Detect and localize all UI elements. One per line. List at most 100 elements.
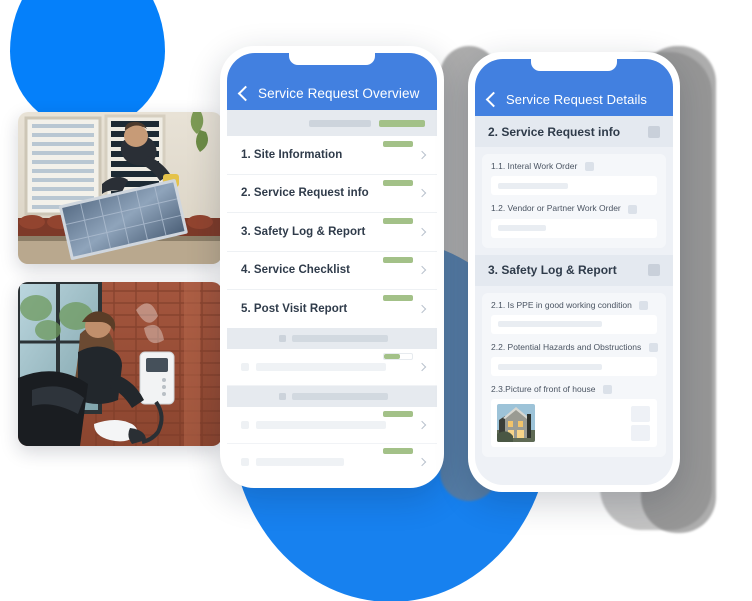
- sidebar-item-safety-log-report[interactable]: 3. Safety Log & Report: [227, 213, 437, 252]
- placeholder-list-item[interactable]: [227, 444, 437, 480]
- sidebar-item-service-request-info[interactable]: 2. Service Request info: [227, 175, 437, 213]
- section-label: 4. Service Checklist: [241, 264, 351, 277]
- field-potential-hazards: 2.2. Potential Hazards and Obstructions: [491, 341, 658, 376]
- field-label: 1.2. Vendor or Partner Work Order: [491, 203, 657, 214]
- sidebar-item-site-information[interactable]: 1. Site Information: [227, 136, 437, 175]
- phone-service-request-overview: Service Request Overview 1. Site Informa…: [220, 46, 444, 488]
- photo-action-buttons: [631, 405, 650, 441]
- section-header-service-request-info[interactable]: 2. Service Request info: [475, 116, 673, 147]
- section-title: 2. Service Request info: [488, 124, 621, 139]
- section-label: 5. Post Visit Report: [241, 302, 348, 315]
- placeholder-line: [256, 420, 386, 429]
- input-placeholder-line: [498, 182, 568, 189]
- sidebar-item-service-checklist[interactable]: 4. Service Checklist: [227, 252, 437, 290]
- solar-panel-installation-photo: [18, 112, 222, 264]
- placeholder-square: [279, 334, 286, 342]
- checkbox-icon[interactable]: [628, 204, 638, 214]
- field-label-text: 2.2. Potential Hazards and Obstructions: [491, 341, 642, 352]
- chevron-right-icon: [417, 362, 427, 371]
- row-progress-bar: [383, 447, 413, 454]
- house-front-thumbnail[interactable]: [497, 404, 535, 443]
- chevron-right-icon: [417, 189, 427, 198]
- field-label-text: 2.3.Picture of front of house: [491, 384, 596, 394]
- photo-action-button-2[interactable]: [631, 424, 650, 441]
- page-title: Service Request Details: [506, 92, 648, 107]
- phone-2-screen: Service Request Details 2. Service Reque…: [475, 59, 673, 485]
- photo-upload-field[interactable]: [491, 399, 657, 448]
- phone-notch: [289, 53, 375, 65]
- field-label-text: 1.2. Vendor or Partner Work Order: [491, 203, 621, 214]
- chevron-right-icon: [417, 150, 427, 159]
- chevron-right-icon: [417, 266, 427, 275]
- row-progress-bar: [383, 218, 413, 224]
- page-title: Service Request Overview: [258, 86, 420, 101]
- chevron-right-icon: [417, 420, 427, 429]
- input-placeholder-line: [498, 225, 546, 231]
- checkbox-icon[interactable]: [602, 385, 612, 395]
- placeholder-square: [241, 420, 249, 429]
- row-progress-bar: [383, 352, 413, 360]
- placeholder-group-header: [227, 385, 437, 407]
- placeholder-square: [241, 457, 249, 466]
- phone-notch: [531, 59, 617, 71]
- placeholder-line: [292, 392, 388, 400]
- house-front-thumbnail-art: [497, 404, 535, 443]
- field-ppe-condition: 2.1. Is PPE in good working condition: [491, 300, 657, 334]
- row-progress-bar: [383, 295, 413, 301]
- section-header-safety-log-report[interactable]: 3. Safety Log & Report: [475, 254, 673, 286]
- photo-action-button-1[interactable]: [631, 405, 650, 422]
- section-label: 1. Site Information: [241, 148, 343, 161]
- field-label-text: 1.1. Interal Work Order: [491, 161, 578, 171]
- field-label: 2.1. Is PPE in good working condition: [491, 300, 657, 310]
- placeholder-line: [292, 334, 388, 342]
- row-progress-bar: [383, 141, 413, 147]
- text-input[interactable]: [491, 357, 657, 376]
- field-picture-front-of-house: 2.3.Picture of front of house: [491, 384, 657, 448]
- placeholder-list-item[interactable]: [227, 349, 437, 386]
- placeholder-bar: [309, 119, 371, 127]
- field-label: 2.2. Potential Hazards and Obstructions: [491, 341, 658, 352]
- chevron-left-icon[interactable]: [237, 85, 254, 101]
- phone-1-content: 1. Site Information 2. Service Request i…: [227, 110, 437, 481]
- text-input[interactable]: [491, 176, 657, 196]
- chevron-right-icon: [417, 457, 427, 466]
- placeholder-square: [279, 392, 286, 400]
- section-label: 2. Service Request info: [241, 187, 369, 200]
- placeholder-group-header: [227, 327, 437, 349]
- chevron-right-icon: [417, 227, 427, 236]
- chevron-left-icon[interactable]: [485, 91, 502, 107]
- field-label: 2.3.Picture of front of house: [491, 384, 657, 395]
- phone-1-screen: Service Request Overview 1. Site Informa…: [227, 53, 437, 481]
- section-label: 3. Safety Log & Report: [241, 225, 366, 238]
- field-label: 1.1. Interal Work Order: [491, 161, 657, 172]
- input-placeholder-line: [498, 363, 602, 370]
- overview-summary-strip: [227, 110, 437, 136]
- field-vendor-partner-work-order: 1.2. Vendor or Partner Work Order: [491, 203, 657, 238]
- field-internal-work-order: 1.1. Interal Work Order: [491, 161, 657, 196]
- row-progress-bar: [383, 179, 413, 186]
- sidebar-item-post-visit-report[interactable]: 5. Post Visit Report: [227, 290, 437, 328]
- phone-2-content: 2. Service Request info 1.1. Interal Wor…: [475, 116, 673, 485]
- row-progress-bar: [383, 410, 413, 417]
- chevron-right-icon: [417, 304, 427, 313]
- phone-2-navbar: Service Request Details: [475, 59, 673, 116]
- text-input[interactable]: [491, 218, 657, 238]
- text-input[interactable]: [491, 314, 657, 334]
- placeholder-line: [256, 362, 386, 371]
- checkbox-icon[interactable]: [584, 162, 594, 172]
- progress-bar: [379, 119, 425, 127]
- checkbox-icon[interactable]: [648, 264, 660, 276]
- section-title: 3. Safety Log & Report: [488, 263, 617, 277]
- row-progress-bar: [383, 256, 413, 263]
- placeholder-list-item[interactable]: [227, 407, 437, 444]
- ev-charger-photo-art: [18, 282, 222, 446]
- solar-photo-art: [18, 112, 222, 264]
- decorative-blue-blob-top: [10, 0, 165, 130]
- checkbox-icon[interactable]: [648, 125, 660, 138]
- placeholder-line: [256, 457, 344, 466]
- phone-1-navbar: Service Request Overview: [227, 53, 437, 110]
- checkbox-icon[interactable]: [648, 343, 658, 352]
- form-card-safety-log-report: 2.1. Is PPE in good working condition 2.…: [482, 292, 666, 458]
- checkbox-icon[interactable]: [639, 300, 649, 310]
- phone-service-request-details: Service Request Details 2. Service Reque…: [468, 52, 680, 492]
